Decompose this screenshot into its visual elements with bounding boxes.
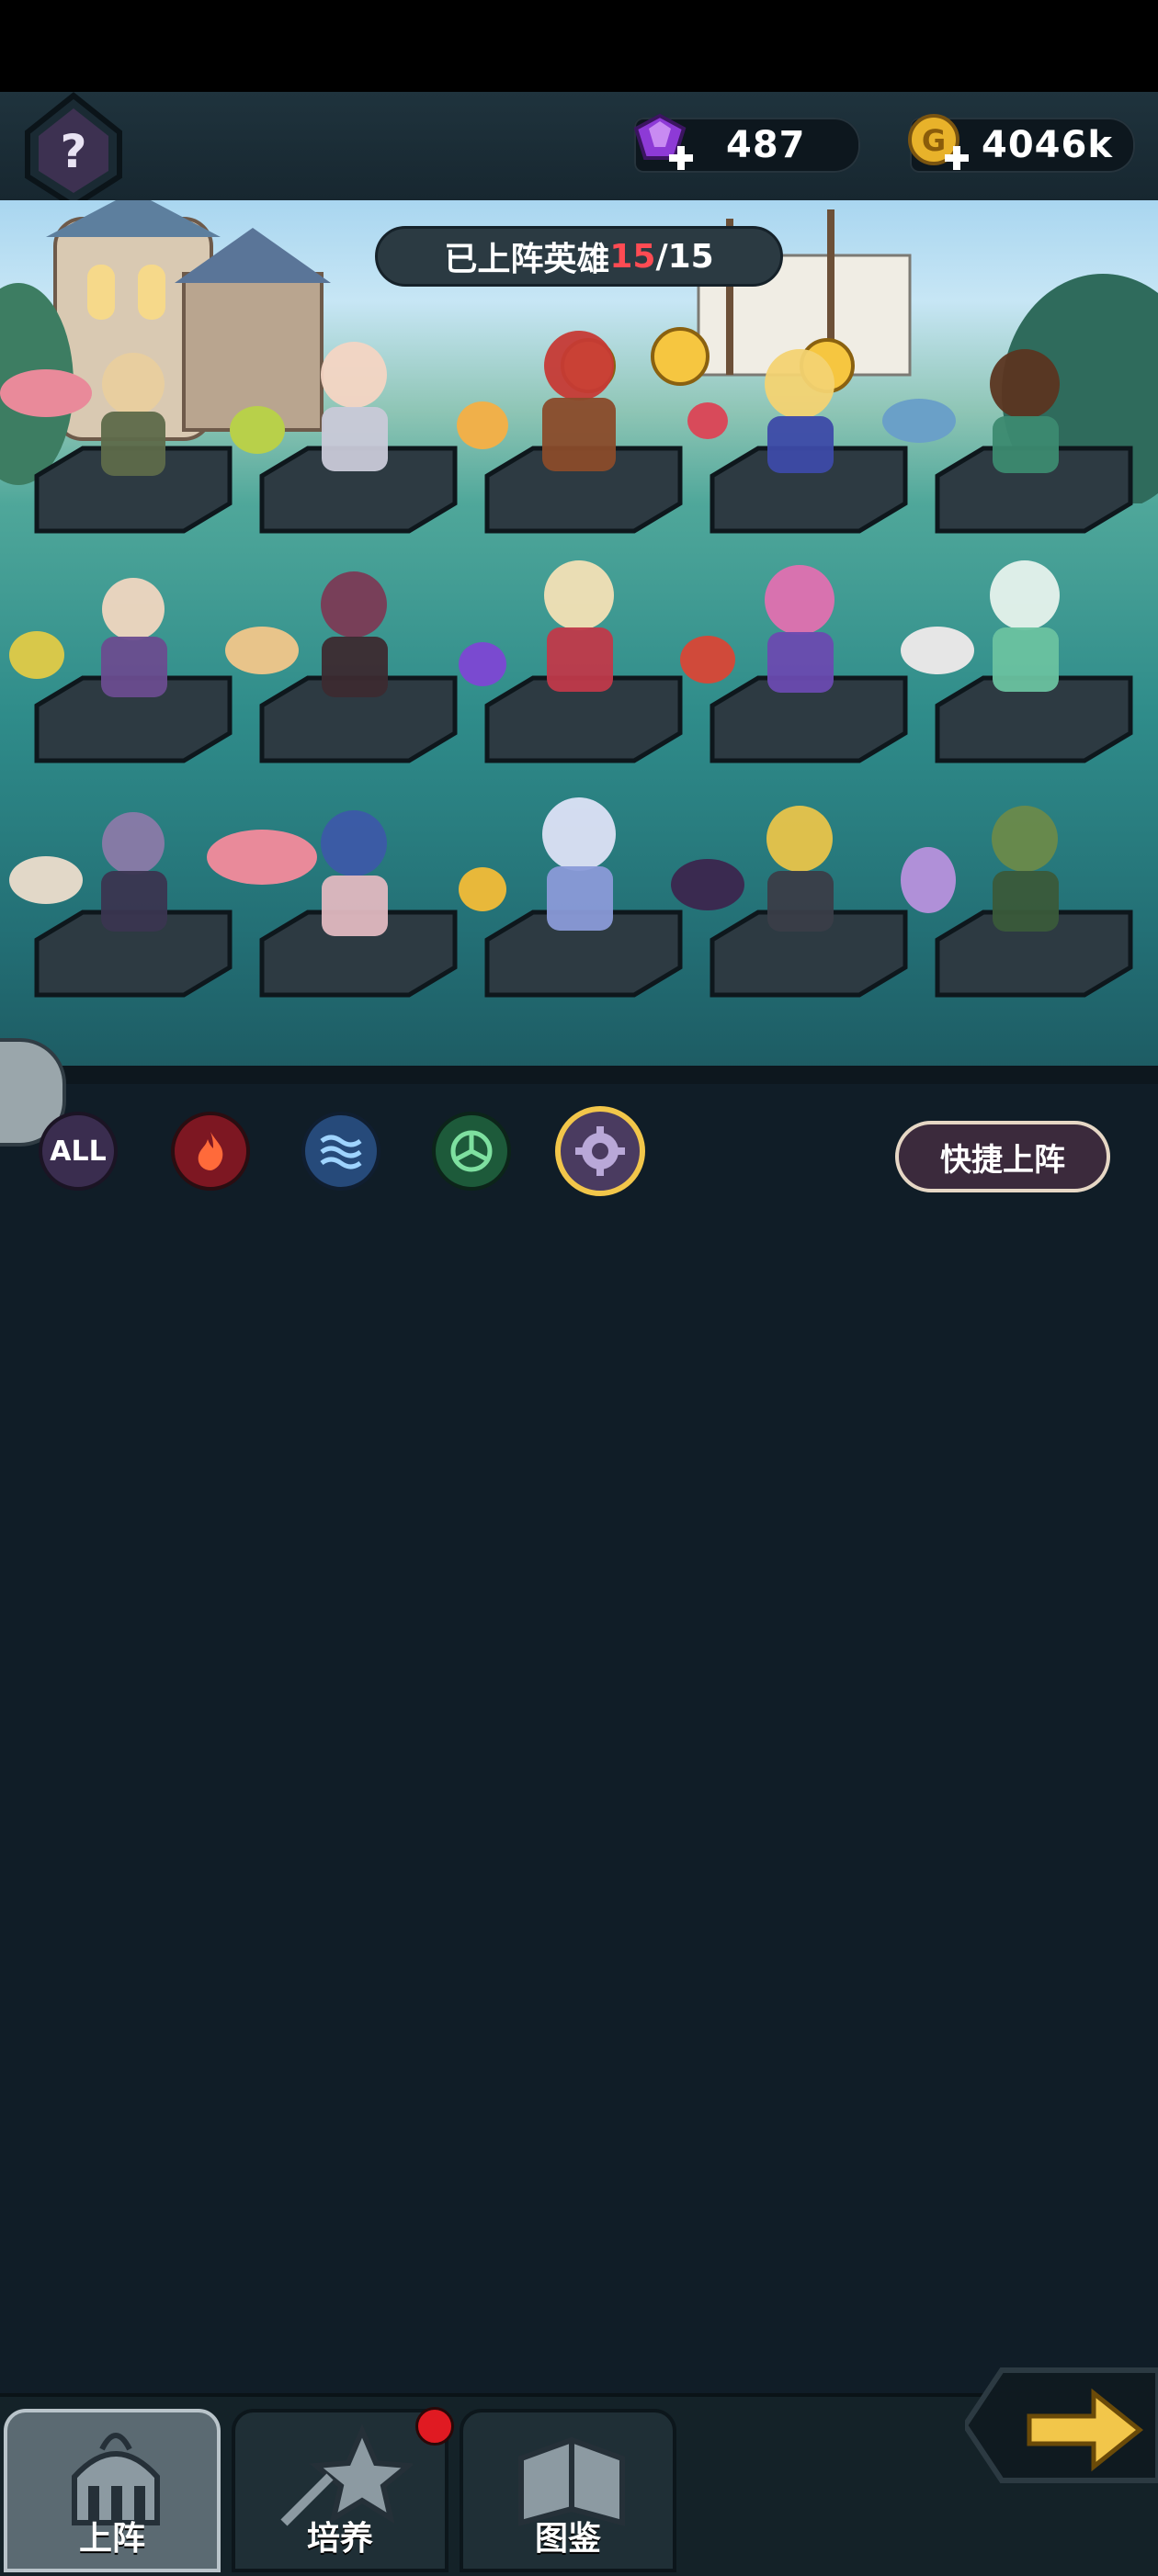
status-bar (0, 0, 1158, 92)
quick-deploy-button[interactable]: 快捷上阵 (895, 1121, 1110, 1192)
battlefield-frame (0, 1066, 1158, 1084)
filter-fire-button[interactable] (171, 1112, 250, 1191)
deployed-max: /15 (655, 237, 714, 276)
tab-collection[interactable]: 图鉴 (460, 2409, 676, 2572)
tab-train-label: 培养 (306, 2520, 373, 2558)
gem-counter[interactable]: 487 (633, 113, 860, 173)
fire-icon (198, 1132, 223, 1170)
gold-amount: 4046k (982, 124, 1113, 166)
hero-battlefield (0, 200, 1158, 1075)
arrow-right-icon[interactable] (965, 2352, 1158, 2499)
hero-slots (0, 331, 1133, 998)
filter-all-button[interactable]: ALL (39, 1112, 118, 1191)
svg-text:G: G (922, 123, 946, 158)
filter-all-label: ALL (50, 1135, 107, 1168)
notification-dot (415, 2407, 454, 2446)
water-wave-icon (320, 1135, 362, 1169)
filter-water-button[interactable] (301, 1112, 380, 1191)
deployed-count: 15 (609, 237, 656, 276)
filter-light-button[interactable] (555, 1106, 645, 1196)
help-icon[interactable]: ? (22, 92, 125, 209)
deployed-label: 已上阵英雄 (444, 241, 610, 278)
gem-plus-icon (633, 113, 693, 170)
gold-counter[interactable]: G 4046k (908, 114, 1135, 173)
tab-deploy[interactable]: 上阵 (4, 2409, 221, 2572)
light-gear-icon (575, 1126, 625, 1176)
gold-coin-plus-icon: G (908, 114, 969, 170)
filter-wind-button[interactable] (432, 1112, 511, 1191)
svg-text:?: ? (60, 125, 86, 178)
deployed-heroes-counter: 已上阵英雄 15/15 (375, 226, 783, 287)
wind-swirl-icon (450, 1130, 493, 1172)
tab-deploy-label: 上阵 (78, 2520, 145, 2558)
gem-amount: 487 (726, 124, 806, 166)
tab-collection-label: 图鉴 (534, 2520, 601, 2558)
